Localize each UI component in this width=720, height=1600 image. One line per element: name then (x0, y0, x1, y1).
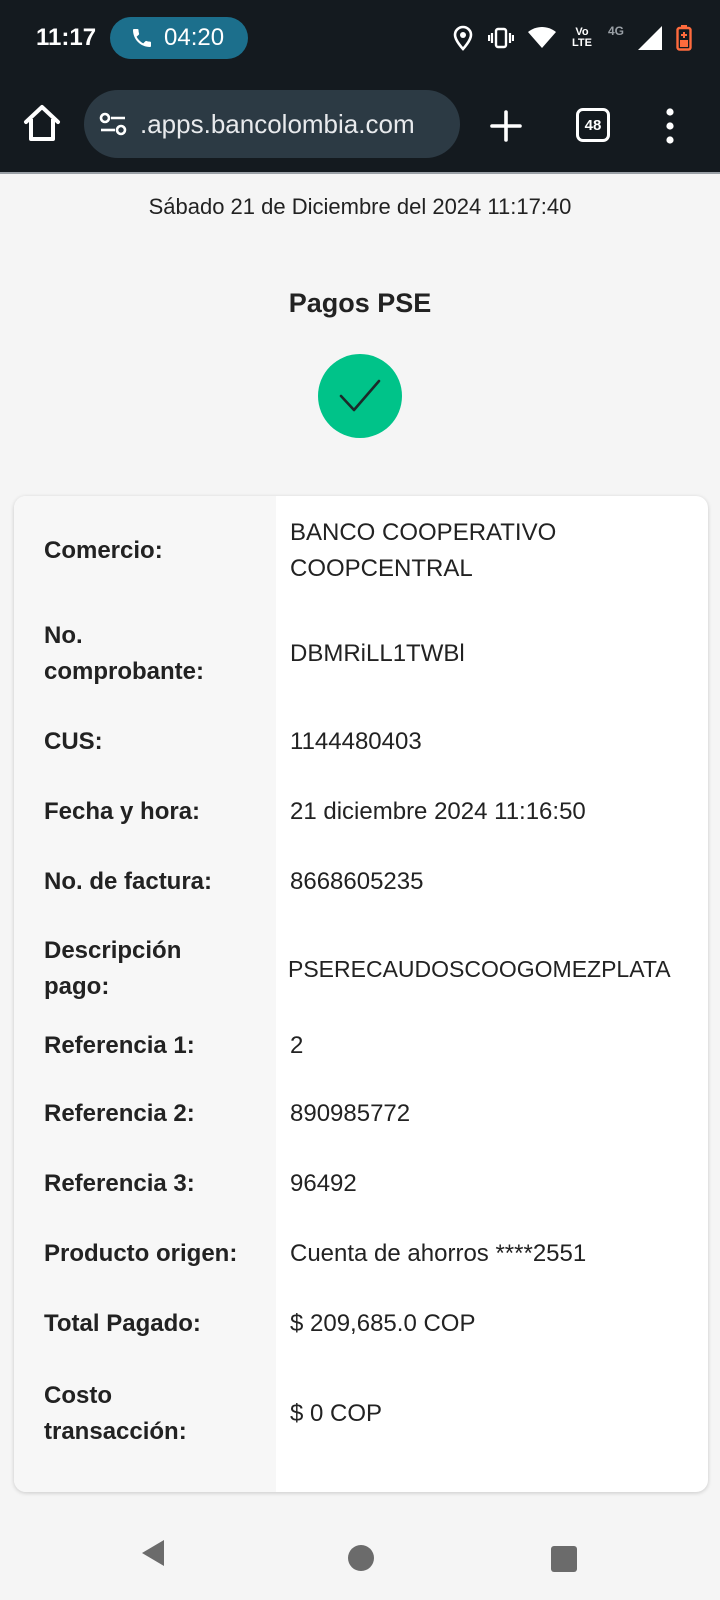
detail-label: Fecha y hora: (44, 798, 201, 825)
receipt-datetime: Sábado 21 de Diciembre del 2024 11:17:40 (148, 194, 572, 219)
detail-label: CUS: (44, 728, 103, 755)
home-icon[interactable] (22, 102, 62, 146)
detail-value: PSERECAUDOSCOOGOMEZPLATA (288, 956, 671, 982)
home-button-icon[interactable] (348, 1545, 374, 1571)
detail-label: No. de factura: (44, 868, 213, 895)
address-bar[interactable]: .apps.bancolombia.com (84, 90, 460, 158)
detail-value: $ 209,685.0 COP (290, 1310, 476, 1337)
detail-label: Referencia 1: (44, 1032, 195, 1059)
detail-row-comprobante: No. comprobante: DBMRiLL1TWBl (14, 606, 708, 702)
detail-value: $ 0 COP (290, 1400, 383, 1427)
new-tab-icon[interactable] (486, 106, 526, 146)
detail-label: Total Pagado: (44, 1310, 201, 1337)
detail-value: 96492 (290, 1170, 357, 1197)
status-icons: Vo LTE 4G (452, 22, 692, 54)
browser-toolbar: .apps.bancolombia.com 48 (0, 78, 720, 174)
tab-count: 48 (584, 116, 602, 134)
detail-row-total-pagado: Total Pagado: $ 209,685.0 COP (14, 1294, 708, 1354)
network-type-label: 4G (607, 24, 624, 38)
phone-icon (133, 29, 151, 47)
url-text: .apps.bancolombia.com (140, 108, 415, 139)
wifi-icon (527, 27, 556, 48)
detail-value: 8668605235 (290, 868, 424, 895)
detail-value: 21 diciembre 2024 11:16:50 (290, 798, 586, 825)
call-duration: 04:20 (164, 24, 225, 51)
detail-label: Referencia 2: (44, 1100, 195, 1127)
detail-row-factura: No. de factura: 8668605235 (14, 852, 708, 912)
status-time: 11:17 (36, 24, 97, 51)
detail-value: 1144480403 (290, 728, 422, 755)
detail-value: 2 (290, 1032, 304, 1059)
detail-value: Cuenta de ahorros ****2551 (290, 1240, 587, 1267)
battery-icon (676, 25, 692, 51)
page-title: Pagos PSE (288, 288, 432, 318)
detail-row-producto-origen: Producto origen: Cuenta de ahorros ****2… (14, 1224, 708, 1284)
detail-row-referencia-1: Referencia 1: 2 (14, 1016, 708, 1076)
vibrate-icon (487, 27, 514, 49)
detail-label: Descripción pago: (44, 937, 182, 1000)
detail-row-referencia-3: Referencia 3: 96492 (14, 1154, 708, 1214)
site-settings-icon[interactable] (98, 110, 128, 138)
detail-row-descripcion: Descripción pago: PSERECAUDOSCOOGOMEZPLA… (14, 924, 708, 1014)
detail-label: Costo transacción: (44, 1382, 187, 1445)
detail-label: Producto origen: (44, 1240, 238, 1267)
more-options-icon[interactable] (664, 106, 676, 146)
detail-value: BANCO COOPERATIVO COOPCENTRAL (290, 519, 557, 582)
success-badge (318, 354, 402, 438)
status-bar: 11:17 04:20 Vo LTE 4G (0, 0, 720, 78)
location-icon (453, 25, 473, 51)
signal-icon (638, 26, 662, 50)
detail-value: 890985772 (290, 1100, 411, 1127)
detail-label: No. comprobante: (44, 622, 205, 685)
detail-row-referencia-2: Referencia 2: 890985772 (14, 1084, 708, 1144)
detail-row-fecha: Fecha y hora: 21 diciembre 2024 11:16:50 (14, 782, 708, 842)
system-navigation-bar (0, 1516, 720, 1600)
ongoing-call-chip[interactable]: 04:20 (110, 17, 248, 59)
volte-icon: Vo LTE (572, 26, 592, 49)
detail-row-cus: CUS: 1144480403 (14, 712, 708, 772)
detail-label: Comercio: (44, 537, 163, 564)
recents-icon[interactable] (551, 1546, 577, 1572)
detail-label: Referencia 3: (44, 1170, 195, 1197)
detail-value: DBMRiLL1TWBl (290, 640, 465, 667)
detail-row-costo-transaccion: Costo transacción: $ 0 COP (14, 1366, 708, 1462)
back-icon[interactable] (140, 1538, 166, 1568)
receipt-details-card: Comercio: BANCO COOPERATIVO COOPCENTRAL … (14, 496, 708, 1492)
detail-row-comercio: Comercio: BANCO COOPERATIVO COOPCENTRAL (14, 506, 708, 596)
tab-switcher-button[interactable]: 48 (576, 108, 610, 142)
checkmark-icon (339, 379, 381, 412)
